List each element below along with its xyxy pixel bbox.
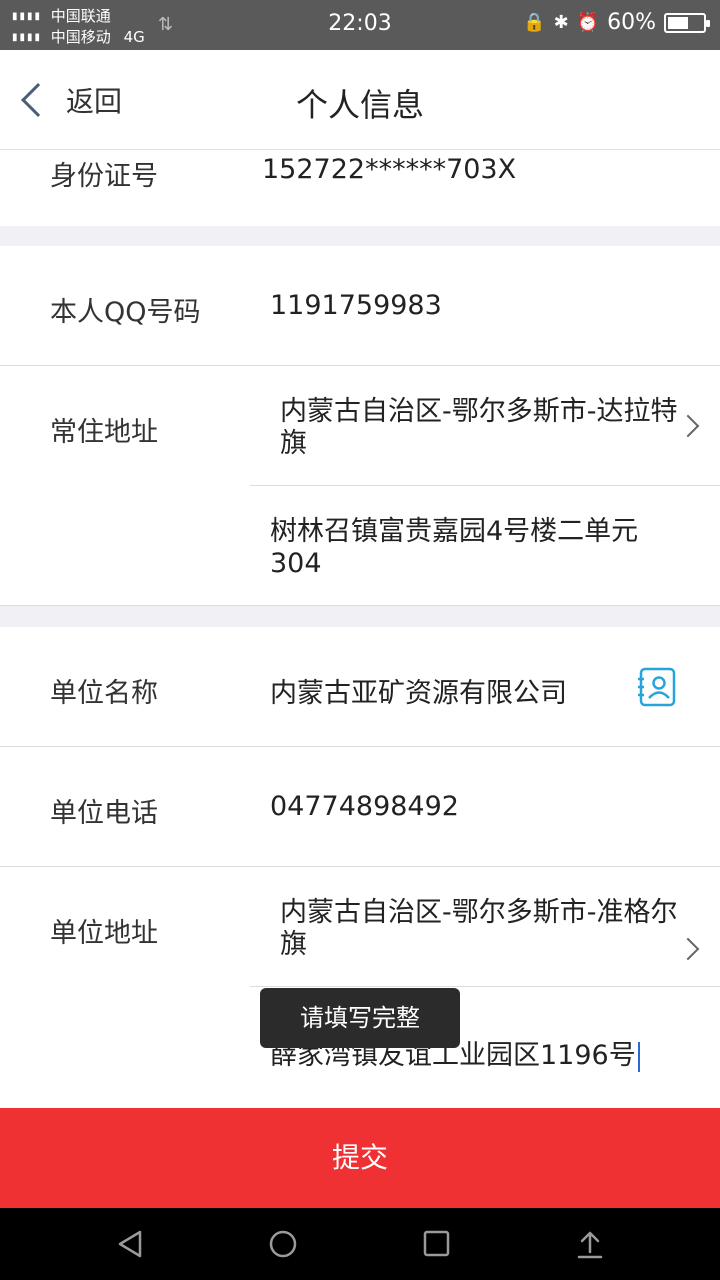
back-triangle-icon[interactable] bbox=[110, 1228, 150, 1260]
home-address-label: 常住地址 bbox=[50, 417, 158, 448]
text-cursor bbox=[637, 1041, 640, 1072]
company-name-label: 单位名称 bbox=[50, 678, 158, 709]
nav-bar: 返回 个人信息 bbox=[0, 50, 720, 150]
qq-input[interactable]: 1191759983 bbox=[270, 290, 442, 321]
battery-percent: 60% bbox=[607, 10, 656, 35]
system-nav-bar bbox=[0, 1208, 720, 1280]
qq-label: 本人QQ号码 bbox=[50, 297, 201, 328]
bluetooth-icon: ✱ bbox=[553, 12, 569, 33]
home-circle-icon[interactable] bbox=[263, 1228, 303, 1260]
contact-card-icon[interactable] bbox=[638, 667, 676, 707]
id-number-label: 身份证号 bbox=[50, 161, 158, 192]
id-number-value: 152722******703X bbox=[262, 154, 517, 185]
company-address-row[interactable]: 单位地址 内蒙古自治区-鄂尔多斯市-准格尔旗 bbox=[0, 867, 720, 987]
home-address-region[interactable]: 内蒙古自治区-鄂尔多斯市-达拉特旗 bbox=[280, 396, 690, 460]
status-icons: 🔒 ✱ ⏰ 60% bbox=[523, 10, 710, 35]
status-bar: ▮▮▮▮ 中国联通 ▮▮▮▮ 中国移动 4G ⇅ 22:03 🔒 ✱ ⏰ 60% bbox=[0, 0, 720, 50]
submit-button[interactable]: 提交 bbox=[0, 1108, 720, 1208]
qq-row[interactable]: 本人QQ号码 1191759983 bbox=[0, 246, 720, 366]
home-address-detail-row[interactable]: 树林召镇富贵嘉园4号楼二单元304 bbox=[0, 486, 720, 606]
page-title: 个人信息 bbox=[295, 86, 424, 124]
recents-square-icon[interactable] bbox=[416, 1228, 456, 1260]
home-address-row[interactable]: 常住地址 内蒙古自治区-鄂尔多斯市-达拉特旗 bbox=[0, 366, 720, 486]
company-name-input[interactable]: 内蒙古亚矿资源有限公司 bbox=[270, 671, 567, 710]
section-gap bbox=[0, 606, 720, 627]
alarm-icon: ⏰ bbox=[576, 12, 600, 33]
company-phone-label: 单位电话 bbox=[50, 798, 158, 829]
battery-fill bbox=[668, 16, 689, 29]
id-number-row: 身份证号 152722******703X bbox=[0, 150, 720, 226]
company-address-region[interactable]: 内蒙古自治区-鄂尔多斯市-准格尔旗 bbox=[280, 897, 690, 961]
home-address-detail-input[interactable]: 树林召镇富贵嘉园4号楼二单元304 bbox=[270, 516, 670, 580]
company-address-label: 单位地址 bbox=[50, 918, 158, 949]
section-gap bbox=[0, 226, 720, 246]
lock-rotation-icon: 🔒 bbox=[523, 12, 546, 33]
upload-arrow-icon[interactable] bbox=[570, 1228, 610, 1260]
company-phone-row[interactable]: 单位电话 04774898492 bbox=[0, 747, 720, 867]
company-phone-input[interactable]: 04774898492 bbox=[270, 791, 459, 822]
company-name-row[interactable]: 单位名称 内蒙古亚矿资源有限公司 bbox=[0, 627, 720, 747]
battery-icon bbox=[664, 12, 710, 33]
toast-message: 请填写完整 bbox=[260, 988, 460, 1048]
